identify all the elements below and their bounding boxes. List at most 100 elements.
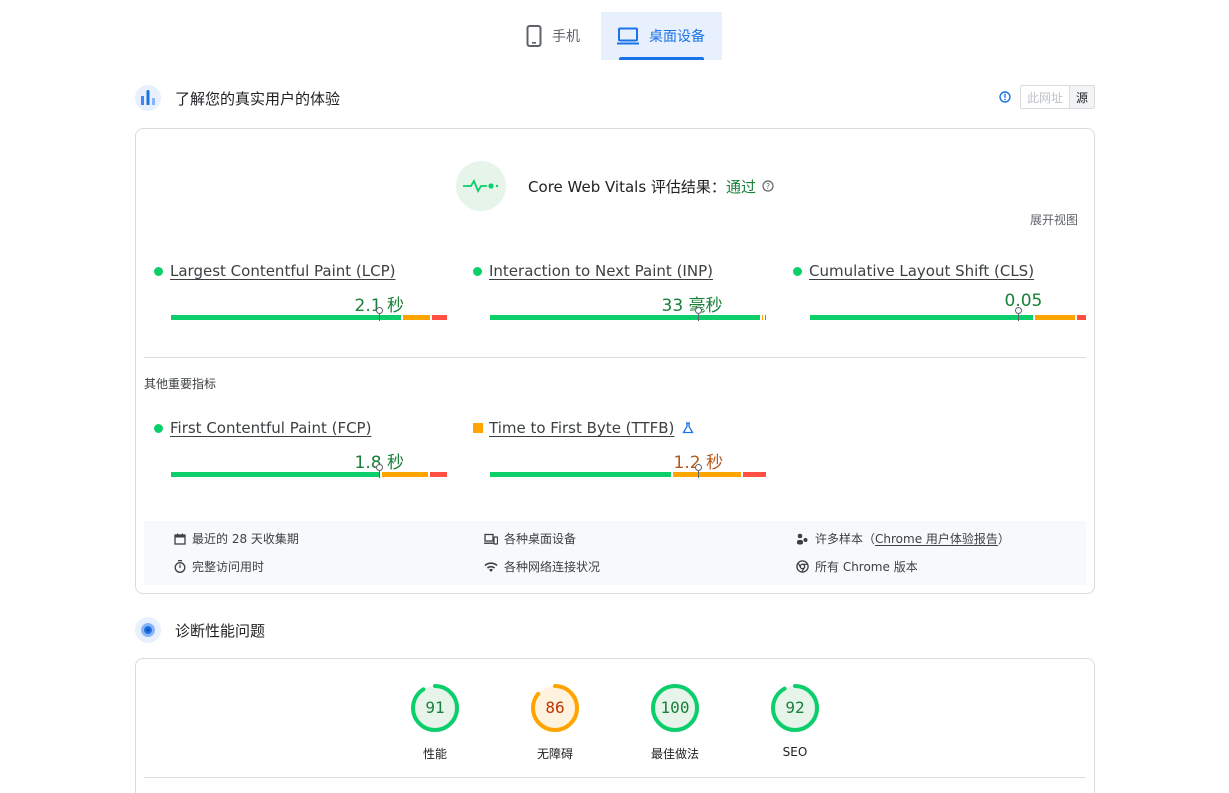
metric-fcp: First Contentful Paint (FCP) 1.8 秒: [154, 418, 447, 488]
laptop-icon: [617, 27, 639, 45]
average-segment: [403, 315, 431, 320]
p75-marker: [695, 307, 702, 321]
svg-text:?: ?: [766, 182, 770, 191]
average-segment: [382, 472, 428, 477]
poor-segment: [1076, 315, 1086, 320]
metric-header: Time to First Byte (TTFB): [473, 418, 751, 438]
chrome-icon: [796, 560, 809, 573]
metric-value: 0.05: [1004, 291, 1043, 311]
distribution-bar: [810, 307, 1088, 321]
help-icon[interactable]: ?: [762, 180, 774, 192]
good-segment: [490, 315, 761, 320]
average-segment: [673, 472, 741, 477]
diagnose-header: 诊断性能问题: [135, 616, 1095, 644]
p75-marker: [695, 464, 702, 478]
samples-suffix: ）: [997, 532, 1010, 546]
smartphone-icon: [526, 25, 542, 47]
info-icon[interactable]: [999, 91, 1011, 103]
crux-users-icon: [135, 85, 161, 111]
cwv-result: 通过: [725, 177, 756, 196]
score-value: 91: [425, 698, 445, 717]
distribution-bar: [490, 307, 768, 321]
metric-ttfb: Time to First Byte (TTFB) 1.2 秒: [473, 418, 766, 488]
chrome-versions-text: 所有 Chrome 版本: [815, 560, 918, 574]
good-status-dot: [154, 423, 163, 433]
devices-text: 各种桌面设备: [504, 532, 577, 546]
section-title: 了解您的真实用户的体验: [175, 89, 341, 108]
score-label: 最佳做法: [650, 747, 699, 761]
p75-marker: [1015, 307, 1022, 321]
collection-period-item: 最近的 28 天收集期: [174, 530, 299, 547]
data-context-footer: 最近的 28 天收集期 各种桌面设备 许多样本（Chrome 用户体验报告）: [144, 521, 1086, 585]
average-status-square: [473, 423, 483, 433]
cwv-assessment: Core Web Vitals 评估结果：通过 ?: [136, 161, 1094, 211]
poor-segment: [429, 472, 447, 477]
score-gauge[interactable]: 91 性能: [385, 683, 485, 762]
metric-header: Interaction to Next Paint (INP): [473, 261, 751, 281]
visit-duration-text: 完整访问用时: [192, 560, 265, 574]
score-value: 92: [785, 698, 805, 717]
score-gauge[interactable]: 86 无障碍: [505, 683, 605, 762]
score-gauge[interactable]: 92 SEO: [745, 683, 845, 759]
timer-icon: [174, 560, 186, 573]
cwv-title: Core Web Vitals 评估结果：通过: [528, 176, 756, 197]
p75-marker: [376, 307, 383, 321]
samples-prefix: 许多样本（: [815, 532, 876, 546]
good-segment: [171, 472, 381, 477]
network-text: 各种网络连接状况: [504, 560, 601, 574]
people-icon: [797, 533, 808, 544]
diagnose-title: 诊断性能问题: [175, 621, 266, 640]
this-url-toggle[interactable]: 此网址: [1019, 85, 1069, 109]
poor-segment: [742, 472, 766, 477]
distribution-bar: [171, 307, 449, 321]
metric-lcp: Largest Contentful Paint (LCP) 2.1 秒: [154, 261, 447, 331]
tab-desktop[interactable]: 桌面设备: [601, 12, 722, 60]
calendar-icon: [174, 533, 186, 545]
active-tab-indicator: [619, 57, 704, 60]
diagnose-card: 91 性能 86 无障碍 100 最佳做法 92 SEO: [135, 658, 1095, 793]
metric-name-link[interactable]: Interaction to Next Paint (INP): [489, 262, 713, 280]
experimental-flask-icon: [682, 422, 695, 434]
tab-desktop-label: 桌面设备: [649, 29, 705, 45]
other-metrics-label: 其他重要指标: [144, 377, 217, 391]
devices-item: 各种桌面设备: [484, 530, 576, 547]
tab-mobile-label: 手机: [552, 29, 580, 45]
score-gauge[interactable]: 100 最佳做法: [625, 683, 725, 762]
good-segment: [490, 472, 672, 477]
metric-name-link[interactable]: Cumulative Layout Shift (CLS): [809, 262, 1034, 280]
origin-toggle[interactable]: 源: [1068, 85, 1095, 109]
chrome-versions-item: 所有 Chrome 版本: [796, 558, 918, 575]
average-segment: [1035, 315, 1075, 320]
crux-report-link[interactable]: Chrome 用户体验报告: [875, 530, 998, 547]
score-label: 无障碍: [536, 747, 573, 761]
metric-header: First Contentful Paint (FCP): [154, 418, 432, 438]
score-label: 性能: [422, 747, 447, 761]
metric-name-link[interactable]: Largest Contentful Paint (LCP): [170, 262, 396, 280]
good-segment: [810, 315, 1034, 320]
network-item: 各种网络连接状况: [484, 558, 600, 575]
data-source-toggle: 此网址 源: [999, 85, 1095, 109]
real-users-header: 了解您的真实用户的体验 此网址 源: [135, 84, 1095, 112]
lighthouse-icon: [135, 617, 161, 643]
metric-cls: Cumulative Layout Shift (CLS) 0.05: [793, 261, 1086, 331]
good-status-dot: [154, 266, 163, 276]
metric-value: 33 毫秒: [661, 296, 723, 316]
cwv-title-prefix: Core Web Vitals 评估结果：: [528, 177, 726, 196]
score-label: SEO: [782, 745, 808, 759]
metric-header: Cumulative Layout Shift (CLS): [793, 261, 1071, 281]
good-status-dot: [793, 266, 802, 276]
distribution-bar: [490, 464, 768, 478]
good-segment: [171, 315, 402, 320]
metric-name-link[interactable]: Time to First Byte (TTFB): [489, 419, 674, 437]
poor-segment: [432, 315, 447, 320]
wifi-icon: [484, 561, 498, 572]
visit-duration-item: 完整访问用时: [174, 558, 264, 575]
diagnose-divider: [144, 777, 1086, 778]
tab-mobile[interactable]: 手机: [512, 12, 601, 60]
average-segment: [762, 315, 764, 320]
device-tabs: 手机 桌面设备: [0, 12, 1229, 60]
expand-view-link[interactable]: 展开视图: [1030, 211, 1078, 228]
metric-name-link[interactable]: First Contentful Paint (FCP): [170, 419, 371, 437]
distribution-bar: [171, 464, 449, 478]
poor-segment: [765, 315, 767, 320]
